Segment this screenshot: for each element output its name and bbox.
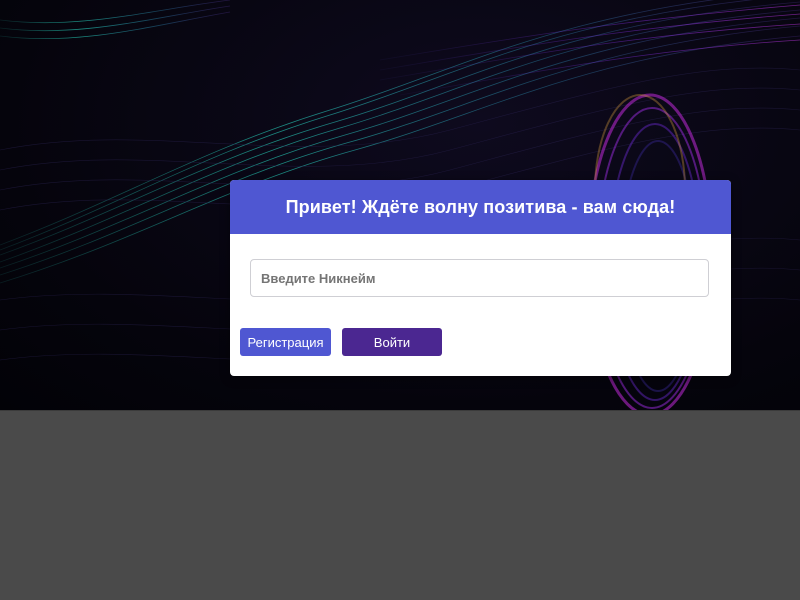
login-card-header: Привет! Ждёте волну позитива - вам сюда! <box>230 180 731 234</box>
login-card-title: Привет! Ждёте волну позитива - вам сюда! <box>285 196 676 217</box>
page: Привет! Ждёте волну позитива - вам сюда!… <box>0 0 800 600</box>
login-button[interactable]: Войти <box>342 328 442 356</box>
register-button[interactable]: Регистрация <box>240 328 331 356</box>
background-divider <box>0 410 800 411</box>
nickname-input[interactable] <box>250 259 709 297</box>
login-card: Привет! Ждёте волну позитива - вам сюда!… <box>230 180 731 376</box>
